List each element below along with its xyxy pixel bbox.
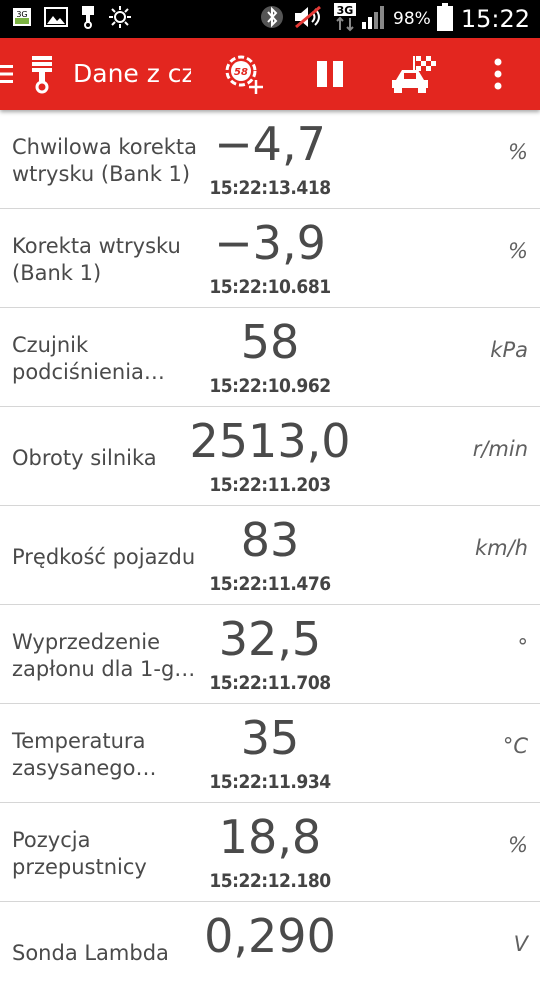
sensor-value: 35 xyxy=(240,711,300,765)
data-3g-icon: 3G xyxy=(333,2,357,36)
sensor-timestamp: 15:22:11.934 xyxy=(209,771,331,793)
sensor-value: 83 xyxy=(240,513,300,567)
sensor-value: 0,290 xyxy=(204,909,336,963)
piston-icon xyxy=(80,5,96,33)
sensor-timestamp: 15:22:10.962 xyxy=(209,375,331,397)
sensor-timestamp: 15:22:12.180 xyxy=(209,870,331,892)
sensor-timestamp: 15:22:11.708 xyxy=(209,672,331,694)
sensor-unit: V xyxy=(513,932,528,956)
app-title: Dane z cz xyxy=(73,59,191,88)
svg-text:3G: 3G xyxy=(16,10,27,19)
sensor-unit: °C xyxy=(502,734,528,758)
list-item[interactable]: Prędkość pojazdu 83 15:22:11.476 km/h xyxy=(0,506,540,605)
clock: 15:22 xyxy=(460,5,530,33)
sensor-timestamp: 15:22:11.476 xyxy=(209,573,331,595)
signal-icon xyxy=(361,4,387,34)
svg-text:3G: 3G xyxy=(337,4,354,17)
sensor-timestamp: 15:22:13.418 xyxy=(209,177,331,199)
bluetooth-icon xyxy=(261,4,284,34)
list-item[interactable]: Czujnik podciśnienia… 58 15:22:10.962 kP… xyxy=(0,308,540,407)
list-item[interactable]: Obroty silnika 2513,0 15:22:11.203 r/min xyxy=(0,407,540,506)
sensor-value: 18,8 xyxy=(218,810,322,864)
sensor-label-text: Sonda Lambda xyxy=(12,940,169,965)
list-item[interactable]: Korekta wtrysku (Bank 1) −3,9 15:22:10.6… xyxy=(0,209,540,308)
sensor-list[interactable]: Chwilowa korekta wtrysku (Bank 1) −4,7 1… xyxy=(0,110,540,1000)
sensor-value: 32,5 xyxy=(218,612,322,666)
list-item[interactable]: Wyprzedzenie zapłonu dla 1-g… 32,5 15:22… xyxy=(0,605,540,704)
app-bar: Dane z cz 58 xyxy=(0,38,540,110)
battery-icon xyxy=(436,3,453,35)
settings-sun-icon xyxy=(108,5,132,33)
sensor-value: −3,9 xyxy=(214,216,326,270)
sensor-timestamp: 15:22:11.203 xyxy=(209,474,331,496)
sensor-unit: kPa xyxy=(490,338,528,362)
sensor-unit: r/min xyxy=(472,437,528,461)
muted-sound-icon xyxy=(293,5,323,33)
sensor-unit: km/h xyxy=(474,536,528,560)
pause-icon[interactable] xyxy=(308,52,352,96)
svg-text:58: 58 xyxy=(234,67,248,78)
gallery-icon xyxy=(44,7,68,31)
sensor-value: −4,7 xyxy=(214,117,326,171)
sensor-timestamp: 15:22:10.681 xyxy=(209,276,331,298)
sensor-label-text: Prędkość pojazdu xyxy=(12,544,196,569)
notification-icons: 3G xyxy=(12,5,132,33)
race-car-icon[interactable] xyxy=(392,52,436,96)
list-item[interactable]: Sonda Lambda 0,290 V xyxy=(0,902,540,1000)
list-item[interactable]: Chwilowa korekta wtrysku (Bank 1) −4,7 1… xyxy=(0,110,540,209)
sensor-unit: % xyxy=(508,140,528,164)
list-item[interactable]: Temperatura zasysanego… 35 15:22:11.934 … xyxy=(0,704,540,803)
sensor-value: 58 xyxy=(240,315,300,369)
sensor-label-text: Obroty silnika xyxy=(12,445,157,470)
sensor-unit: % xyxy=(508,239,528,263)
sensor-value: 2513,0 xyxy=(189,414,351,468)
system-icons: 3G 98% 15:22 xyxy=(261,0,530,38)
battery-percent: 98% xyxy=(393,9,431,29)
sensor-unit: % xyxy=(508,833,528,857)
menu-icon[interactable] xyxy=(0,52,20,96)
sensor-unit: ° xyxy=(517,635,529,659)
overflow-menu-icon[interactable] xyxy=(476,52,520,96)
add-gauge-icon[interactable]: 58 xyxy=(222,52,266,96)
list-item[interactable]: Pozycja przepustnicy 18,8 15:22:12.180 % xyxy=(0,803,540,902)
sim-3g-icon: 3G xyxy=(12,7,32,31)
piston-icon xyxy=(20,52,64,96)
status-bar: 3G 3G 98% 15:22 xyxy=(0,0,540,38)
